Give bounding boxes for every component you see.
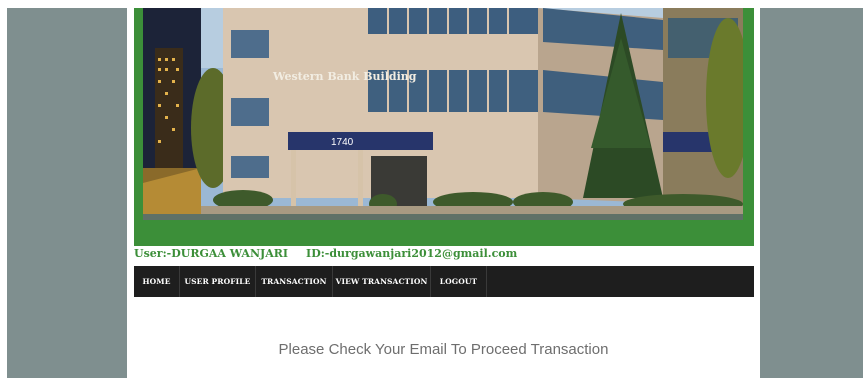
nav-home[interactable]: HOME: [134, 266, 180, 297]
user-info-line: User:-DURGAA WANJARI ID:-durgawanjari2012…: [134, 247, 517, 260]
user-name-label: User:-DURGAA WANJARI: [134, 247, 289, 260]
banner-frame: Western Bank Building 1740: [134, 8, 754, 246]
page-container: Western Bank Building 1740 User:-DURGAA …: [127, 0, 760, 378]
canopy-number: 1740: [331, 137, 354, 148]
main-nav-bar: HOME USER PROFILE TRANSACTION VIEW TRANS…: [134, 266, 754, 297]
building-sign-text: Western Bank Building: [272, 70, 417, 83]
nav-transaction[interactable]: TRANSACTION: [256, 266, 333, 297]
user-id-label: ID:-durgawanjari2012@gmail.com: [306, 247, 518, 260]
left-side-panel: [7, 8, 127, 378]
status-message: Please Check Your Email To Proceed Trans…: [278, 341, 609, 358]
bank-building-image: Western Bank Building 1740: [143, 8, 743, 214]
nav-user-profile[interactable]: USER PROFILE: [180, 266, 256, 297]
nav-logout[interactable]: LOGOUT: [431, 266, 487, 297]
right-side-panel: [760, 8, 863, 378]
banner-inner: Western Bank Building 1740: [143, 8, 743, 220]
nav-view-transaction[interactable]: VIEW TRANSACTION: [333, 266, 431, 297]
